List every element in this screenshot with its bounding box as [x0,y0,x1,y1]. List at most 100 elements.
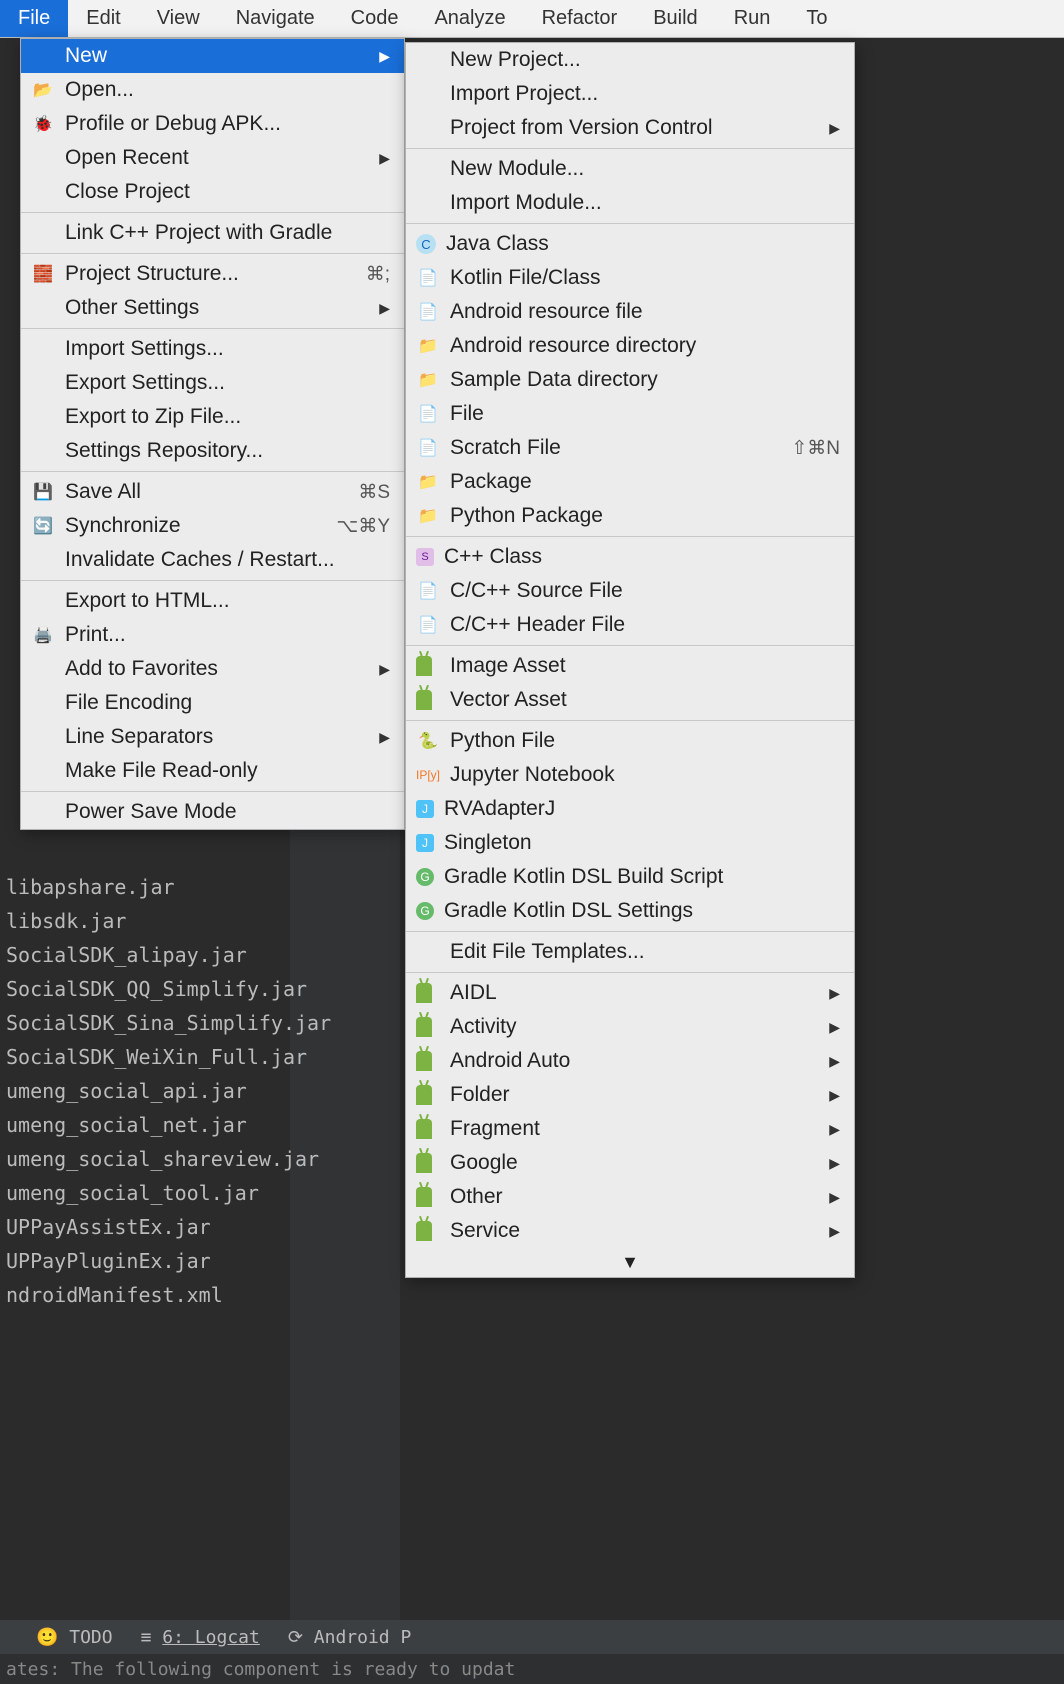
menubar-item-build[interactable]: Build [635,0,715,37]
menu-separator [406,645,854,646]
menu-item-google[interactable]: Google▶ [406,1146,854,1180]
menu-item-new[interactable]: New ▶ [21,39,404,73]
menu-item-power-save[interactable]: Power Save Mode [21,795,404,829]
menubar-item-run[interactable]: Run [716,0,789,37]
menu-item-import-module[interactable]: Import Module... [406,186,854,220]
android-icon [416,1151,440,1175]
structure-icon: 🧱 [31,262,55,286]
menu-item-gradle-settings[interactable]: GGradle Kotlin DSL Settings [406,894,854,928]
submenu-arrow-icon: ▶ [379,300,390,317]
menu-item-edit-file-templates[interactable]: Edit File Templates... [406,935,854,969]
menu-item-file[interactable]: 📄File [406,397,854,431]
android-icon [416,688,440,712]
menu-item-line-separators[interactable]: Line Separators ▶ [21,720,404,754]
menu-item-fragment[interactable]: Fragment▶ [406,1112,854,1146]
menu-item-profile-apk[interactable]: 🐞 Profile or Debug APK... [21,107,404,141]
menubar-item-code[interactable]: Code [333,0,417,37]
menu-item-gradle-build-script[interactable]: GGradle Kotlin DSL Build Script [406,860,854,894]
scroll-down-indicator[interactable]: ▼ [406,1248,854,1277]
folder-icon: 📂 [31,78,55,102]
menu-item-invalidate-caches[interactable]: Invalidate Caches / Restart... [21,543,404,577]
menu-item-vector-asset[interactable]: Vector Asset [406,683,854,717]
menu-item-export-zip[interactable]: Export to Zip File... [21,400,404,434]
c-header-icon: 📄 [416,613,440,637]
menu-item-android-resource-file[interactable]: 📄Android resource file [406,295,854,329]
menu-item-make-readonly[interactable]: Make File Read-only [21,754,404,788]
android-icon [416,1219,440,1243]
scratch-icon: 📄 [416,436,440,460]
submenu-arrow-icon: ▶ [829,1053,840,1070]
menu-item-c-source-file[interactable]: 📄C/C++ Source File [406,574,854,608]
menu-item-aidl[interactable]: AIDL▶ [406,976,854,1010]
menu-item-synchronize[interactable]: 🔄 Synchronize ⌥⌘Y [21,509,404,543]
submenu-arrow-icon: ▶ [829,1019,840,1036]
menu-item-jupyter-notebook[interactable]: IP[y]Jupyter Notebook [406,758,854,792]
menu-item-close-project[interactable]: Close Project [21,175,404,209]
menu-item-add-to-favorites[interactable]: Add to Favorites ▶ [21,652,404,686]
blank-icon [31,146,55,170]
menu-item-cpp-class[interactable]: SC++ Class [406,540,854,574]
submenu-arrow-icon: ▶ [829,1121,840,1138]
menu-item-python-package[interactable]: 📁Python Package [406,499,854,533]
menu-separator [21,791,404,792]
menu-item-sample-data-directory[interactable]: 📁Sample Data directory [406,363,854,397]
template-icon: J [416,800,434,818]
menu-item-export-settings[interactable]: Export Settings... [21,366,404,400]
menu-item-export-html[interactable]: Export to HTML... [21,584,404,618]
menu-item-new-project[interactable]: New Project... [406,43,854,77]
folder-icon: 📁 [416,368,440,392]
menubar-item-analyze[interactable]: Analyze [416,0,523,37]
menu-item-python-file[interactable]: 🐍Python File [406,724,854,758]
file-menu-dropdown[interactable]: New ▶ 📂 Open... 🐞 Profile or Debug APK..… [20,38,405,830]
menu-separator [21,471,404,472]
menu-item-scratch-file[interactable]: 📄Scratch File⇧⌘N [406,431,854,465]
menu-item-image-asset[interactable]: Image Asset [406,649,854,683]
menu-item-other-settings[interactable]: Other Settings ▶ [21,291,404,325]
menu-item-android-auto[interactable]: Android Auto▶ [406,1044,854,1078]
menubar-item-file[interactable]: File [0,0,68,37]
gradle-icon: G [416,868,434,886]
sync-icon: 🔄 [31,514,55,538]
menu-item-open-recent[interactable]: Open Recent ▶ [21,141,404,175]
tool-window-bar[interactable]: 🙂 TODO ≡ 6: Logcat ⟳ Android P [0,1620,1064,1654]
menu-item-activity[interactable]: Activity▶ [406,1010,854,1044]
menubar-item-refactor[interactable]: Refactor [524,0,636,37]
menubar-item-to[interactable]: To [788,0,845,37]
menu-item-android-resource-directory[interactable]: 📁Android resource directory [406,329,854,363]
menu-item-settings-repository[interactable]: Settings Repository... [21,434,404,468]
java-class-icon: C [416,234,436,254]
menubar-item-view[interactable]: View [139,0,218,37]
menu-item-package[interactable]: 📁Package [406,465,854,499]
project-file-list: libapshare.jarlibsdk.jarSocialSDK_alipay… [6,870,290,1312]
menu-item-c-header-file[interactable]: 📄C/C++ Header File [406,608,854,642]
menu-item-java-class[interactable]: CJava Class [406,227,854,261]
menu-item-file-encoding[interactable]: File Encoding [21,686,404,720]
menu-item-folder[interactable]: Folder▶ [406,1078,854,1112]
menu-item-import-project[interactable]: Import Project... [406,77,854,111]
menu-item-new-module[interactable]: New Module... [406,152,854,186]
menu-item-project-structure[interactable]: 🧱 Project Structure... ⌘; [21,257,404,291]
menu-item-singleton[interactable]: JSingleton [406,826,854,860]
menu-separator [21,328,404,329]
android-icon [416,1185,440,1209]
menu-item-service[interactable]: Service▶ [406,1214,854,1248]
profiler-tab[interactable]: ⟳ Android P [288,1627,411,1648]
android-icon [416,981,440,1005]
submenu-arrow-icon: ▶ [829,1155,840,1172]
new-submenu-dropdown[interactable]: New Project... Import Project... Project… [405,42,855,1278]
menubar-item-edit[interactable]: Edit [68,0,138,37]
menu-item-other[interactable]: Other▶ [406,1180,854,1214]
logcat-tab[interactable]: ≡ 6: Logcat [141,1627,260,1648]
menu-item-project-from-vcs[interactable]: Project from Version Control▶ [406,111,854,145]
menu-item-import-settings[interactable]: Import Settings... [21,332,404,366]
menu-item-link-cpp[interactable]: Link C++ Project with Gradle [21,216,404,250]
menubar-item-navigate[interactable]: Navigate [218,0,333,37]
menu-item-open[interactable]: 📂 Open... [21,73,404,107]
main-menubar[interactable]: FileEditViewNavigateCodeAnalyzeRefactorB… [0,0,1064,38]
todo-tab[interactable]: 🙂 TODO [36,1627,113,1648]
blank-icon [31,296,55,320]
menu-item-print[interactable]: 🖨️ Print... [21,618,404,652]
menu-item-rvadapter[interactable]: JRVAdapterJ [406,792,854,826]
menu-item-save-all[interactable]: 💾 Save All ⌘S [21,475,404,509]
menu-item-kotlin-file[interactable]: 📄Kotlin File/Class [406,261,854,295]
